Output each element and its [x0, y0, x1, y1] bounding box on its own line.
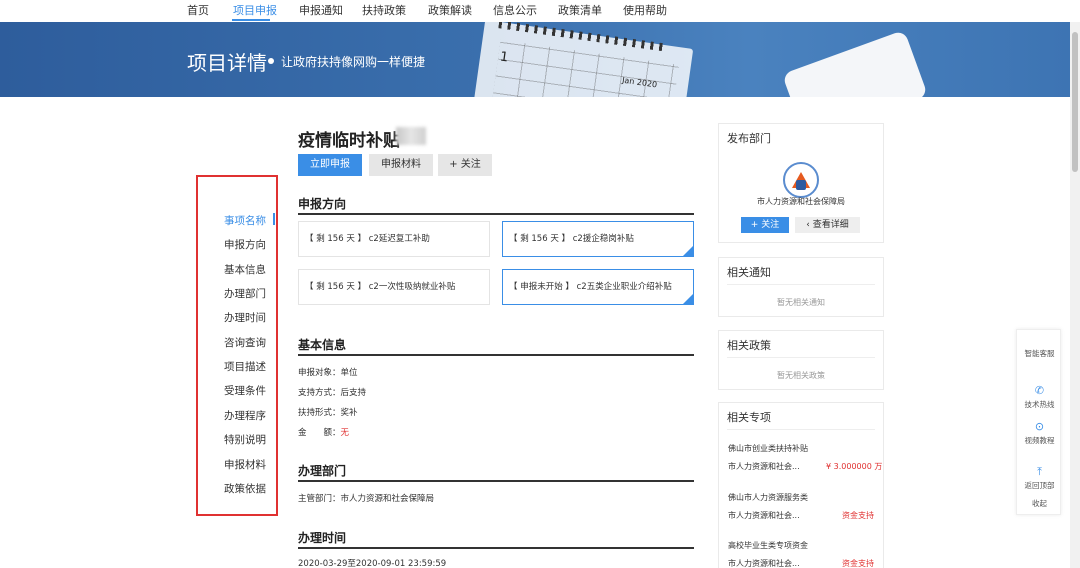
topic-value: 资金支持: [842, 559, 874, 568]
smart-service-item[interactable]: 智能客服: [1017, 348, 1062, 359]
view-details-button[interactable]: ‹ 查看详细: [795, 217, 860, 233]
direction-card[interactable]: 【 申报未开始 】 c2五类企业职业介绍补贴: [502, 269, 694, 305]
side-nav-item-time[interactable]: 办理时间: [224, 310, 266, 325]
nav-policy-interpretation[interactable]: 政策解读: [428, 2, 472, 18]
handling-time-text: 2020-03-29至2020-09-01 23:59:59: [298, 559, 447, 568]
topic-name[interactable]: 高校毕业生类专项资金: [728, 540, 808, 551]
direction-name: c2延迟复工补助: [368, 234, 430, 244]
related-policies-panel: 相关政策 暂无相关政策: [718, 330, 884, 390]
materials-button[interactable]: 申报材料: [369, 154, 433, 176]
nav-public-info[interactable]: 信息公示: [493, 2, 537, 18]
hotline-item[interactable]: ✆ 技术热线: [1017, 385, 1062, 410]
top-nav: 首页 项目申报 申报通知 扶持政策 政策解读 信息公示 政策清单 使用帮助: [0, 0, 1080, 22]
section-divider: [298, 213, 694, 215]
topic-org: 市人力资源和社会...: [728, 511, 800, 520]
info-row-amount: 金 额：无: [298, 428, 350, 438]
section-title-department: 办理部门: [298, 464, 347, 478]
banner-dot: [268, 58, 274, 64]
direction-card[interactable]: 【 剩 156 天 】 c2一次性吸纳就业补贴: [298, 269, 490, 305]
direction-status: 【 剩 156 天 】: [305, 282, 367, 292]
section-divider: [298, 354, 694, 356]
video-tutorial-item[interactable]: ⊙ 视频教程: [1017, 421, 1062, 446]
side-nav-item-special[interactable]: 特别说明: [224, 432, 266, 447]
arrow-up-icon: ⤒: [1037, 465, 1042, 478]
notices-empty: 暂无相关通知: [777, 298, 825, 307]
section-divider: [298, 480, 694, 482]
scrollbar-thumb[interactable]: [1072, 32, 1078, 172]
policies-empty: 暂无相关政策: [777, 371, 825, 380]
follow-department-button[interactable]: + 关注: [741, 217, 789, 233]
direction-card[interactable]: 【 剩 156 天 】 c2援企稳岗补贴: [502, 221, 694, 257]
side-nav-item-consult[interactable]: 咨询查询: [224, 335, 266, 350]
topic-value: ¥ 3.000000 万: [826, 462, 883, 471]
direction-status: 【 剩 156 天 】: [509, 234, 571, 244]
apply-now-button[interactable]: 立即申报: [298, 154, 362, 176]
related-notices-panel: 相关通知 暂无相关通知: [718, 257, 884, 317]
side-nav-item-basis[interactable]: 政策依据: [224, 481, 266, 496]
side-nav-item-procedure[interactable]: 办理程序: [224, 408, 266, 423]
floating-toolbar: 智能客服 ✆ 技术热线 ⊙ 视频教程 ⤒ 返回顶部 收起: [1016, 329, 1061, 515]
topic-org: 市人力资源和社会...: [728, 559, 800, 568]
direction-status: 【 申报未开始 】: [509, 282, 574, 292]
info-row-support-form: 扶持形式：奖补: [298, 408, 358, 418]
direction-name: c2一次性吸纳就业补贴: [368, 282, 456, 292]
nav-support-policy[interactable]: 扶持政策: [362, 2, 406, 18]
phone-illustration: [781, 29, 929, 97]
side-nav-item-name[interactable]: 事项名称: [224, 213, 266, 228]
side-nav-item-department[interactable]: 办理部门: [224, 286, 266, 301]
nav-active-underline: [232, 19, 270, 21]
section-title-time: 办理时间: [298, 531, 347, 545]
side-nav-item-basic-info[interactable]: 基本信息: [224, 262, 266, 277]
nav-home[interactable]: 首页: [187, 2, 209, 18]
info-row-support-mode: 支持方式：后支持: [298, 388, 367, 398]
topic-value: 资金支持: [842, 511, 874, 520]
banner-title: 项目详情: [187, 51, 267, 75]
side-nav-item-conditions[interactable]: 受理条件: [224, 383, 266, 398]
info-row-target: 申报对象：单位: [298, 368, 358, 378]
side-nav-item-description[interactable]: 项目描述: [224, 359, 266, 374]
nav-policy-list[interactable]: 政策清单: [558, 2, 602, 18]
nav-project-apply[interactable]: 项目申报: [233, 2, 277, 18]
department-text: 主管部门：市人力资源和社会保障局: [298, 494, 435, 504]
section-title-direction: 申报方向: [298, 197, 347, 211]
notices-title: 相关通知: [727, 266, 771, 279]
banner-slogan: 让政府扶持像网购一样便捷: [281, 55, 426, 69]
topic-org: 市人力资源和社会...: [728, 462, 800, 471]
direction-card[interactable]: 【 剩 156 天 】 c2延迟复工补助: [298, 221, 490, 257]
nav-help[interactable]: 使用帮助: [623, 2, 667, 18]
follow-button[interactable]: + 关注: [438, 154, 492, 176]
project-title: 疫情临时补贴: [298, 131, 400, 151]
section-title-basic-info: 基本信息: [298, 338, 347, 352]
side-nav-active-bar: [273, 213, 275, 225]
phone-icon: ✆: [1034, 384, 1045, 397]
section-divider: [298, 547, 694, 549]
page-banner: 1 Jan 2020 项目详情 让政府扶持像网购一样便捷: [0, 22, 1070, 97]
direction-name: c2五类企业职业介绍补贴: [576, 282, 672, 292]
side-nav: 事项名称 申报方向 基本信息 办理部门 办理时间 咨询查询 项目描述 受理条件 …: [196, 175, 278, 516]
back-to-top-item[interactable]: ⤒ 返回顶部: [1017, 466, 1062, 491]
page-scrollbar[interactable]: [1070, 22, 1080, 568]
topics-title: 相关专项: [727, 411, 771, 424]
redacted-text: [396, 127, 426, 145]
policies-title: 相关政策: [727, 339, 771, 352]
side-nav-item-materials[interactable]: 申报材料: [224, 457, 266, 472]
publisher-org: 市人力资源和社会保障局: [757, 197, 845, 206]
direction-name: c2援企稳岗补贴: [572, 234, 634, 244]
side-nav-item-direction[interactable]: 申报方向: [224, 237, 266, 252]
collapse-item[interactable]: 收起: [1017, 498, 1062, 509]
topic-name[interactable]: 佛山市创业类扶持补贴: [728, 443, 808, 454]
direction-status: 【 剩 156 天 】: [305, 234, 367, 244]
department-logo: [783, 162, 819, 198]
topic-name[interactable]: 佛山市人力资源服务类: [728, 492, 808, 503]
play-icon: ⊙: [1034, 420, 1045, 433]
publisher-title: 发布部门: [727, 132, 771, 145]
nav-notices[interactable]: 申报通知: [299, 2, 343, 18]
